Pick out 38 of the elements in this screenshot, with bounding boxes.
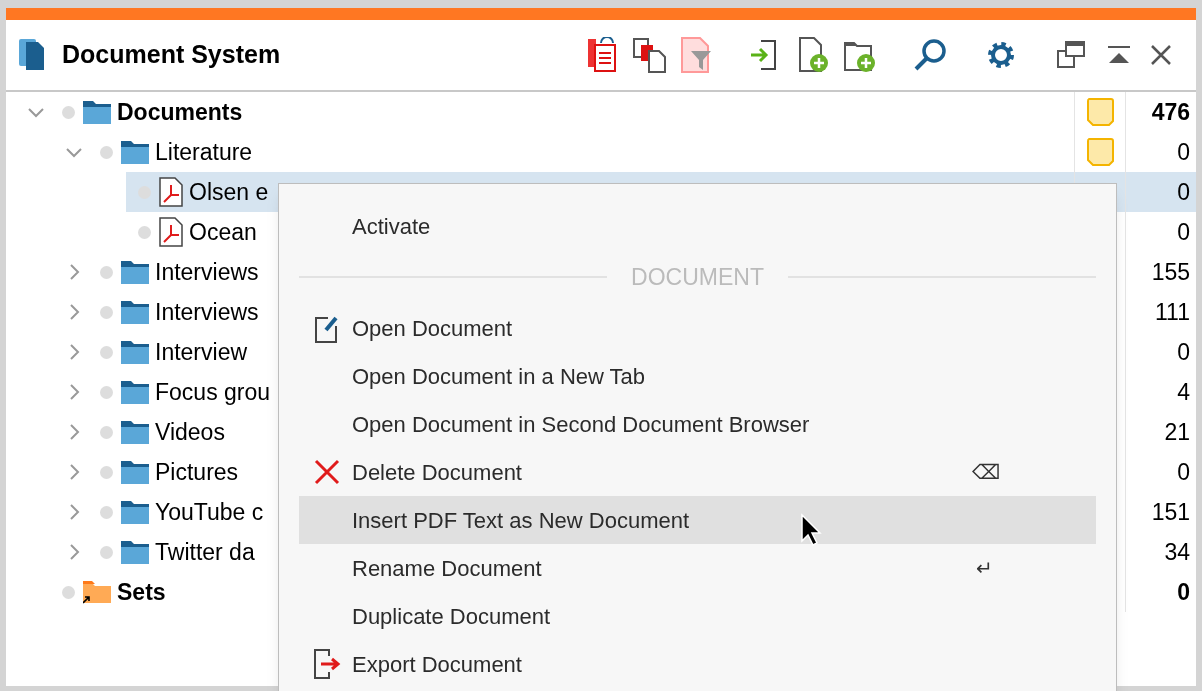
menu-item-label: Insert PDF Text as New Document [352,506,690,535]
count-cell-text: 34 [1163,537,1191,567]
count-cell-text: 0 [1176,577,1191,607]
count-cell-text: 155 [1150,257,1191,287]
window-title: Document System [62,39,282,71]
count-cell-text: 0 [1176,137,1191,167]
menu-item-label: Delete Document [352,458,522,487]
menu-item-label: Rename Document [352,554,542,583]
menu-item-label: Open Document in a New Tab [352,362,646,391]
menu-item-label: Open Document in Second Document Browser [352,410,810,439]
tree-label: Documents [117,97,243,127]
tree-label: Ocean [189,217,257,247]
tree-label: Literature [155,137,253,167]
tree-label: Olsen e [189,177,269,207]
tree-label: Interviews [155,257,259,287]
count-cell-text: 0 [1176,457,1191,487]
tree-label: YouTube c [155,497,264,527]
count-cell-text: 0 [1176,337,1191,367]
menu-item-label: Duplicate Document [352,602,551,631]
tree-label: Focus grou [155,377,271,407]
tree-label: Sets [117,577,166,607]
shortcut-key: ↵ [972,553,996,583]
count-cell-text: 0 [1176,177,1191,207]
tree-label: Twitter da [155,537,255,567]
count-cell-text: 4 [1176,377,1191,407]
menu-item-label: Export Document [352,650,522,679]
count-cell-text: 21 [1163,417,1191,447]
menu-item-label: Activate [352,212,431,241]
menu-section-header: DOCUMENT [631,262,764,292]
count-cell-text: 111 [1154,297,1191,327]
menu-item-label: Open Document [352,314,513,343]
count-cell-text: 476 [1150,97,1191,127]
tree-label: Videos [155,417,225,447]
count-cell-text: 151 [1150,497,1191,527]
count-cell-text: 0 [1176,217,1191,247]
tree-label: Interviews [155,297,259,327]
tree-label: Interview [155,337,248,367]
tree-label: Pictures [155,457,239,487]
